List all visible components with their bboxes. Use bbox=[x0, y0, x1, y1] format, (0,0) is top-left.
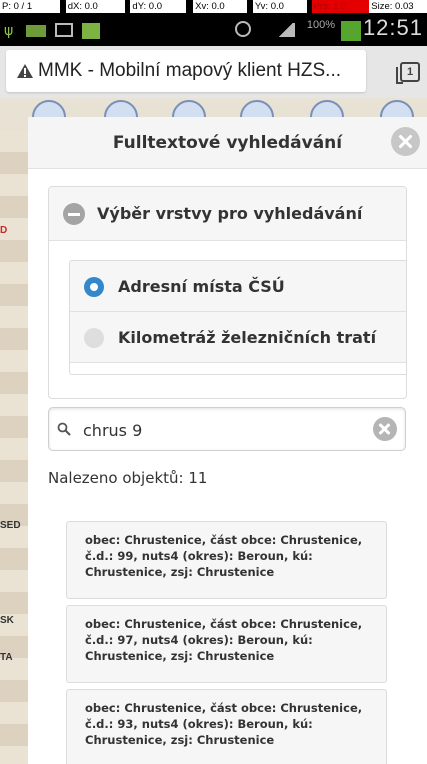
url-bar[interactable]: MMK - Mobilní mapový klient HZS... bbox=[6, 50, 366, 92]
layer-selection-title: Výběr vrstvy pro vyhledávání bbox=[97, 204, 363, 223]
image-icon bbox=[55, 23, 73, 37]
fulltext-search-dialog: Fulltextové vyhledávání Výběr vrstvy pro… bbox=[28, 117, 427, 764]
dialog-title: Fulltextové vyhledávání bbox=[112, 133, 343, 153]
radio-unchecked-icon bbox=[84, 328, 104, 348]
debug-size: Size: 0.03 bbox=[369, 0, 427, 13]
debug-dx: dX: 0.0 bbox=[65, 0, 126, 13]
layer-option-railway-km[interactable]: Kilometráž železničních tratí bbox=[70, 312, 406, 363]
debug-yv: Yv: 0.0 bbox=[252, 0, 307, 13]
close-dialog-button[interactable] bbox=[391, 127, 420, 156]
debug-overlay: P: 0 / 1 dX: 0.0 dY: 0.0 Xv: 0.0 Yv: 0.0… bbox=[0, 0, 427, 16]
collapse-icon bbox=[63, 203, 85, 225]
map-label: TA bbox=[0, 652, 13, 663]
tab-switcher-button[interactable]: 1 bbox=[396, 62, 420, 84]
debug-xv: Xv: 0.0 bbox=[193, 0, 247, 13]
signal-icon bbox=[277, 23, 295, 37]
browser-toolbar: MMK - Mobilní mapový klient HZS... 1 bbox=[0, 46, 427, 98]
warning-icon bbox=[17, 64, 33, 78]
dialog-header: Fulltextové vyhledávání bbox=[28, 117, 427, 169]
debug-pointer: P: 0 / 1 bbox=[0, 0, 60, 13]
result-item[interactable]: obec: Chrustenice, část obce: Chrustenic… bbox=[66, 689, 387, 764]
clock: 12:51 bbox=[362, 15, 423, 40]
layer-radio-list: Adresní místa ČSÚ Kilometráž železničníc… bbox=[69, 260, 406, 375]
search-icon bbox=[57, 422, 71, 436]
battery-icon bbox=[341, 21, 361, 41]
debug-pressure: Prs: 1.0 bbox=[311, 0, 370, 13]
results-count: Nalezeno objektů: 11 bbox=[48, 469, 208, 487]
search-input[interactable] bbox=[83, 418, 363, 442]
search-field[interactable] bbox=[48, 407, 406, 451]
result-item[interactable]: obec: Chrustenice, část obce: Chrustenic… bbox=[66, 605, 387, 683]
map-label: D bbox=[0, 225, 8, 236]
notification-icon bbox=[82, 23, 100, 39]
result-item[interactable]: obec: Chrustenice, část obce: Chrustenic… bbox=[66, 521, 387, 599]
alarm-icon bbox=[235, 21, 251, 37]
debug-dy: dY: 0.0 bbox=[130, 0, 187, 13]
layer-option-address-points[interactable]: Adresní místa ČSÚ bbox=[70, 261, 406, 312]
layer-option-label: Kilometráž železničních tratí bbox=[118, 328, 377, 347]
status-bar: ψ 100% 12:51 bbox=[0, 13, 427, 46]
map-label: SK bbox=[0, 615, 14, 626]
layer-selection-panel: Výběr vrstvy pro vyhledávání Adresní mís… bbox=[48, 186, 407, 399]
clear-search-button[interactable] bbox=[373, 417, 397, 441]
layer-option-label: Adresní místa ČSÚ bbox=[118, 277, 285, 296]
battery-percent: 100% bbox=[306, 19, 335, 31]
usb-icon: ψ bbox=[4, 23, 14, 39]
layer-selection-header[interactable]: Výběr vrstvy pro vyhledávání bbox=[49, 187, 406, 241]
radio-checked-icon bbox=[84, 277, 104, 297]
page-title: MMK - Mobilní mapový klient HZS... bbox=[38, 60, 342, 81]
map-label: SED bbox=[0, 520, 21, 531]
battery-saver-icon bbox=[26, 25, 46, 37]
